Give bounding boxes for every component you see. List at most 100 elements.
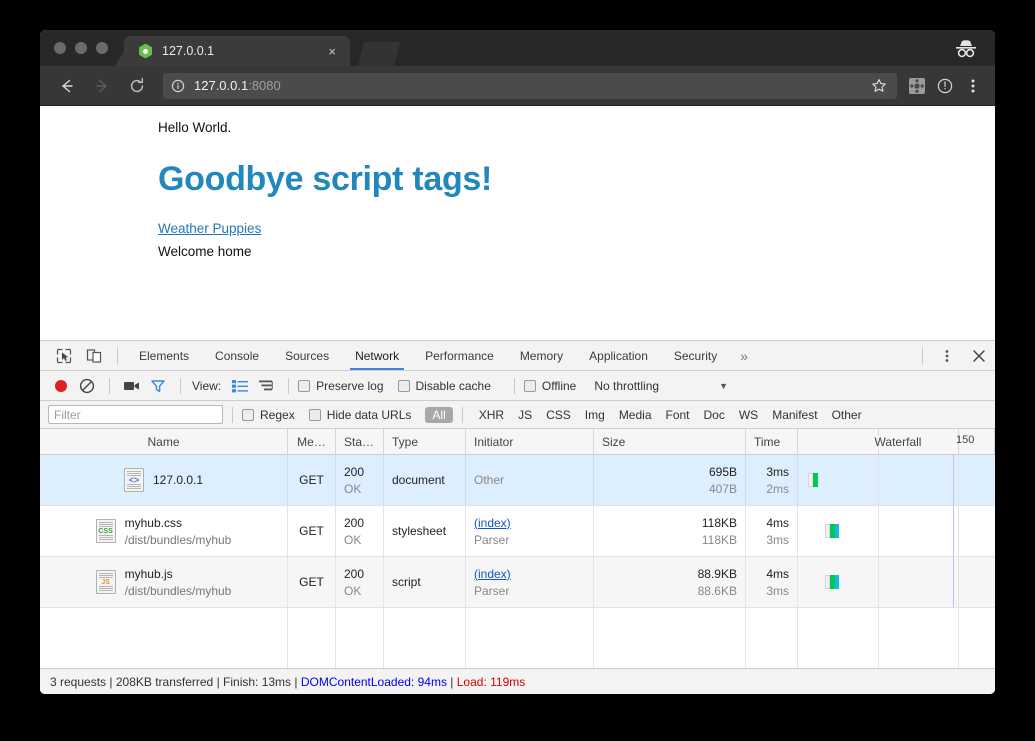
tab-label: Performance xyxy=(425,348,494,363)
page-hello-text: Hello World. xyxy=(158,120,232,135)
column-header-time[interactable]: Time xyxy=(746,429,798,455)
tab-performance[interactable]: Performance xyxy=(412,341,507,370)
offline-checkbox[interactable]: Offline xyxy=(523,378,588,393)
status-sep: | xyxy=(106,674,116,689)
waterfall-view-icon[interactable] xyxy=(253,375,279,397)
filter-type-font[interactable]: Font xyxy=(659,407,697,423)
tab-security[interactable]: Security xyxy=(661,341,730,370)
tab-application[interactable]: Application xyxy=(576,341,661,370)
filter-type-ws[interactable]: WS xyxy=(732,407,765,423)
window-close-button[interactable] xyxy=(54,42,66,54)
cell-status: 200 OK xyxy=(336,506,384,556)
disable-cache-checkbox[interactable]: Disable cache xyxy=(397,379,503,393)
request-size: 695B xyxy=(708,464,737,479)
clear-icon[interactable] xyxy=(74,375,100,397)
regex-checkbox[interactable]: Regex xyxy=(242,408,307,422)
filter-type-doc[interactable]: Doc xyxy=(697,407,732,423)
window-minimize-button[interactable] xyxy=(75,42,87,54)
request-status: 200 xyxy=(344,566,365,581)
tab-elements[interactable]: Elements xyxy=(126,341,202,370)
filter-input[interactable] xyxy=(48,405,223,424)
record-icon[interactable] xyxy=(48,375,74,397)
table-row[interactable]: <> 127.0.0.1 GET 200 OK document Other 6… xyxy=(40,455,995,506)
back-arrow-icon[interactable] xyxy=(52,71,82,101)
table-row[interactable]: CSS myhub.css /dist/bundles/myhub GET 20… xyxy=(40,506,995,557)
column-header-waterfall[interactable]: 150 Waterfall xyxy=(798,429,995,455)
request-size-sub: 407B xyxy=(708,481,737,496)
browser-window: 127.0.0.1 × 127.0.0.1:8080 Hello World. … xyxy=(40,30,995,694)
new-tab-button[interactable] xyxy=(358,42,400,66)
tab-console[interactable]: Console xyxy=(202,341,272,370)
address-bar: 127.0.0.1:8080 xyxy=(40,66,995,106)
throttling-select[interactable]: No throttling xyxy=(594,379,659,393)
inspect-element-icon[interactable] xyxy=(49,341,79,370)
cell-method: GET xyxy=(288,506,336,556)
profile-icon[interactable] xyxy=(931,72,959,100)
cell-time: 4ms 3ms xyxy=(746,557,798,607)
filter-type-css[interactable]: CSS xyxy=(539,407,578,423)
filter-type-js[interactable]: JS xyxy=(511,407,539,423)
column-header-name[interactable]: Name xyxy=(40,429,288,455)
request-initiator-link[interactable]: (index) xyxy=(474,516,585,530)
window-maximize-button[interactable] xyxy=(96,42,108,54)
extension-icon[interactable] xyxy=(903,72,931,100)
cell-initiator: Other xyxy=(466,455,594,505)
column-header-status[interactable]: Sta… xyxy=(336,429,384,455)
tab-network[interactable]: Network xyxy=(342,341,412,370)
preserve-log-checkbox[interactable]: Preserve log xyxy=(298,379,395,393)
close-devtools-icon[interactable] xyxy=(963,341,995,370)
more-options-icon[interactable] xyxy=(931,341,963,370)
filter-type-manifest[interactable]: Manifest xyxy=(765,407,824,423)
cell-status: 200 OK xyxy=(336,455,384,505)
filter-type-all[interactable]: All xyxy=(425,406,453,423)
page-info-icon[interactable] xyxy=(171,79,185,93)
more-tabs-icon[interactable]: » xyxy=(730,341,758,370)
reload-icon[interactable] xyxy=(122,71,152,101)
weather-puppies-link[interactable]: Weather Puppies xyxy=(158,221,261,236)
device-toolbar-icon[interactable] xyxy=(79,341,109,370)
cell-method: GET xyxy=(288,455,336,505)
tab-sources[interactable]: Sources xyxy=(272,341,342,370)
request-size-sub: 88.6KB xyxy=(697,583,737,598)
waterfall-tick-label: 150 xyxy=(956,433,975,446)
filter-type-img[interactable]: Img xyxy=(578,407,612,423)
tab-label: Network xyxy=(355,348,400,363)
divider xyxy=(922,347,923,364)
tab-label: Elements xyxy=(139,348,190,363)
list-view-icon[interactable] xyxy=(227,375,253,397)
url-input[interactable]: 127.0.0.1:8080 xyxy=(163,72,897,99)
request-time-sub: 3ms xyxy=(766,532,789,547)
request-initiator-link[interactable]: (index) xyxy=(474,567,585,581)
filler-cell xyxy=(466,608,594,668)
cell-method: GET xyxy=(288,557,336,607)
cell-size: 88.9KB 88.6KB xyxy=(594,557,746,607)
column-header-method[interactable]: Me… xyxy=(288,429,336,455)
request-size-sub: 118KB xyxy=(701,532,737,547)
tab-memory[interactable]: Memory xyxy=(507,341,576,370)
status-sep: | xyxy=(213,674,224,689)
devtools-tabbar-right xyxy=(914,341,995,370)
column-header-initiator[interactable]: Initiator xyxy=(466,429,594,455)
table-empty-area xyxy=(40,608,995,668)
devtools-panel: Elements Console Sources Network Perform… xyxy=(40,340,995,694)
bookmark-star-icon[interactable] xyxy=(871,78,887,94)
filter-type-other[interactable]: Other xyxy=(825,407,869,423)
chevron-down-icon[interactable]: ▼ xyxy=(719,381,728,391)
request-status-text: OK xyxy=(344,532,362,547)
column-header-type[interactable]: Type xyxy=(384,429,466,455)
funnel-filter-icon[interactable] xyxy=(145,375,171,397)
waterfall-gridlines xyxy=(798,608,995,668)
filter-type-media[interactable]: Media xyxy=(612,407,659,423)
kebab-menu-icon[interactable] xyxy=(959,72,987,100)
status-finish: Finish: 13ms xyxy=(223,674,292,689)
offline-label: Offline xyxy=(541,378,577,393)
camera-icon[interactable] xyxy=(119,375,145,397)
browser-tab[interactable]: 127.0.0.1 × xyxy=(124,36,350,66)
hide-data-urls-checkbox[interactable]: Hide data URLs xyxy=(308,408,424,422)
table-row[interactable]: JS myhub.js /dist/bundles/myhub GET 200 … xyxy=(40,557,995,608)
column-header-size[interactable]: Size xyxy=(594,429,746,455)
close-icon[interactable]: × xyxy=(328,45,336,58)
filter-type-xhr[interactable]: XHR xyxy=(472,407,511,423)
divider xyxy=(180,377,181,394)
request-size: 88.9KB xyxy=(697,566,737,581)
